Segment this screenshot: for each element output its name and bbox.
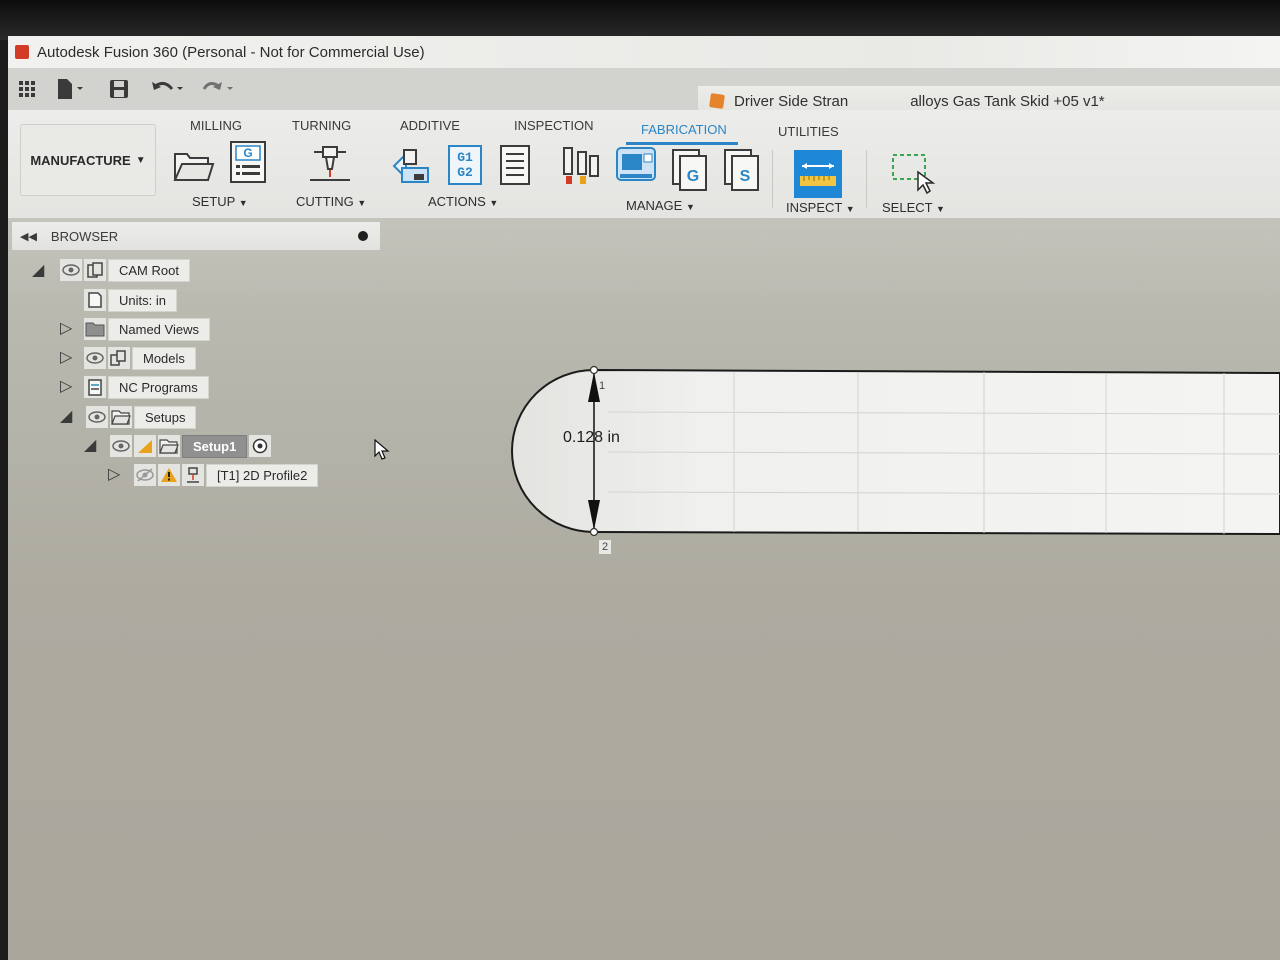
point-label-1: 1 — [599, 380, 606, 392]
point-label-2: 2 — [599, 540, 612, 554]
graphics-viewport[interactable] — [8, 36, 1280, 960]
dimension-value[interactable]: 0.128 in — [563, 429, 620, 447]
application-window: Autodesk Fusion 360 (Personal - Not for … — [8, 36, 1280, 960]
monitor-bezel — [0, 0, 1280, 40]
